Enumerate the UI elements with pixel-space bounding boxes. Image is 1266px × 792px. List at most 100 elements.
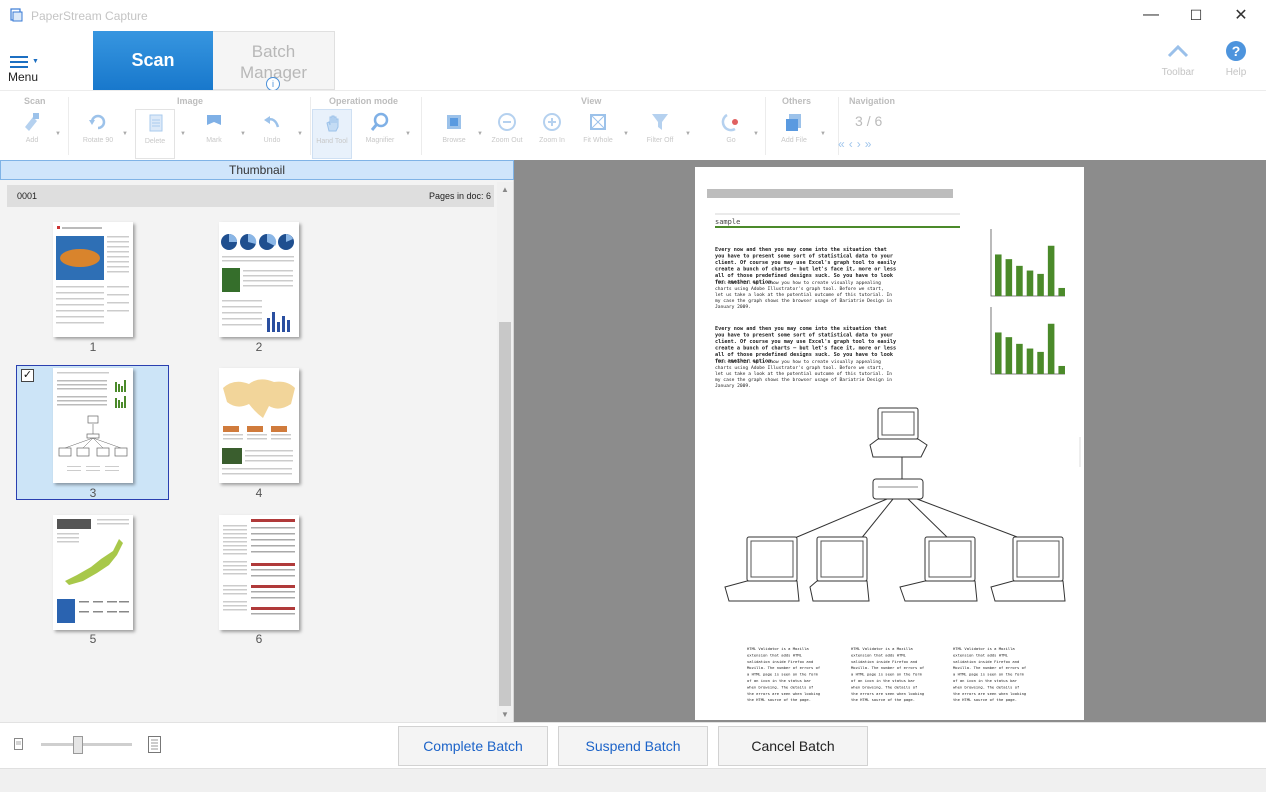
preview-caption-text: HTML Validator is a Mozilla xyxy=(953,646,1015,651)
thumbnail-page-3[interactable] xyxy=(53,368,133,483)
preview-bold-text: client. Of course you may use Excel's gr… xyxy=(715,339,896,345)
page-preview-area[interactable]: sample Every now and then you may come i… xyxy=(514,160,1266,722)
chevron-up-icon xyxy=(1167,44,1189,58)
current-page[interactable]: 3 xyxy=(855,113,863,129)
close-icon: ✕ xyxy=(1234,7,1248,24)
preview-body-text: January 2009. xyxy=(715,383,751,389)
go-button[interactable]: Go xyxy=(711,109,751,144)
chart-bar xyxy=(1047,323,1055,374)
preview-caption-text: validation inside Firefox and xyxy=(747,659,813,664)
slider-handle[interactable] xyxy=(73,736,83,754)
thumbnail-number: 2 xyxy=(255,340,263,354)
thumbnail-number: 1 xyxy=(89,340,97,354)
scroll-thumb[interactable] xyxy=(499,322,511,706)
mark-icon xyxy=(207,115,221,125)
menu-button[interactable]: ▼ Menu xyxy=(6,50,46,86)
preview-caption-text: extension that adds HTML xyxy=(953,652,1009,657)
scanned-page-preview: sample Every now and then you may come i… xyxy=(695,167,1084,720)
undo-button[interactable]: Undo xyxy=(252,109,292,144)
tab-scan[interactable]: Scan xyxy=(93,31,213,90)
tab-batch-manager[interactable]: Batch Manager i xyxy=(213,31,335,91)
thumbnail-size-slider[interactable] xyxy=(41,743,132,746)
group-label-view: View xyxy=(581,96,602,106)
preview-body-text: This tutorial will show you how to creat… xyxy=(715,280,881,286)
close-button[interactable]: ✕ xyxy=(1218,0,1264,30)
preview-caption-text: extension that adds HTML xyxy=(747,652,803,657)
scroll-up-icon[interactable]: ▲ xyxy=(501,185,509,194)
chart-bar xyxy=(1005,259,1013,296)
add-scan-button[interactable]: Add xyxy=(12,109,52,144)
thumbnail-page-6[interactable] xyxy=(219,515,299,630)
thumbnail-page-5[interactable] xyxy=(53,515,133,630)
help-button[interactable]: ? Help xyxy=(1211,38,1261,78)
svg-text:?: ? xyxy=(1232,43,1241,59)
preview-body-text: This tutorial will show you how to creat… xyxy=(715,359,881,365)
zoom-out-button[interactable]: Zoom Out xyxy=(487,109,527,144)
total-pages: 6 xyxy=(874,113,883,129)
cancel-batch-button[interactable]: Cancel Batch xyxy=(718,726,868,766)
next-page-icon[interactable]: › xyxy=(857,137,865,151)
ribbon-toolbar: Scan Image Operation mode View Others Na… xyxy=(0,90,1266,160)
toolbar-label: Toolbar xyxy=(1161,67,1195,78)
thumbnail-header: Thumbnail xyxy=(0,160,514,180)
hand-tool-button[interactable]: Hand Tool xyxy=(312,109,352,159)
preview-caption-text: the HTML source of the page. xyxy=(851,697,915,702)
page-checkbox[interactable]: ✓ xyxy=(21,369,34,382)
preview-body-text: my case the graph shows the browser usag… xyxy=(715,298,892,304)
caret-down-icon: ▼ xyxy=(32,58,39,65)
browse-button[interactable]: Browse xyxy=(434,109,474,144)
preview-caption-text: HTML Validator is a Mozilla xyxy=(851,646,913,651)
minimize-button[interactable]: — xyxy=(1128,0,1174,30)
preview-caption-text: the HTML source of the page. xyxy=(747,697,811,702)
suspend-batch-button[interactable]: Suspend Batch xyxy=(558,726,708,766)
maximize-button[interactable]: ☐ xyxy=(1173,0,1219,30)
zoom-in-icon xyxy=(543,113,561,131)
hand-tool-icon xyxy=(326,115,339,132)
first-page-icon[interactable]: « xyxy=(838,137,849,151)
status-bar xyxy=(0,768,1266,792)
rotate-button[interactable]: Rotate 90 xyxy=(78,109,118,144)
small-page-icon[interactable] xyxy=(14,738,23,750)
rotate-icon xyxy=(89,114,106,130)
prev-page-icon[interactable]: ‹ xyxy=(849,137,857,151)
title-bar: PaperStream Capture — ☐ ✕ xyxy=(0,0,1266,30)
hamburger-icon xyxy=(10,56,28,68)
thumbnail-number: 3 xyxy=(89,486,97,500)
thumbnail-scrollbar[interactable]: ▲ ▼ xyxy=(497,182,513,722)
help-label: Help xyxy=(1225,67,1247,78)
nav-arrows: «‹›» xyxy=(838,137,875,151)
chart-bar xyxy=(1016,265,1023,296)
delete-button[interactable]: Delete xyxy=(135,109,175,159)
thumbnail-page-2[interactable] xyxy=(219,222,299,337)
thumbnail-number: 5 xyxy=(89,632,97,646)
document-header[interactable]: 0001 Pages in doc: 6 xyxy=(7,185,494,207)
preview-bold-text: you have to present some sort of statist… xyxy=(715,333,893,339)
chart-bar xyxy=(1016,343,1023,374)
preview-body-text: January 2009. xyxy=(715,304,751,310)
large-page-icon[interactable] xyxy=(148,736,161,753)
preview-caption-text: of an icon in the status bar xyxy=(851,678,916,683)
group-label-navigation: Navigation xyxy=(849,96,896,106)
toolbar-toggle-button[interactable]: Toolbar xyxy=(1153,38,1203,78)
group-label-others: Others xyxy=(782,96,812,106)
thumbnail-page-1[interactable] xyxy=(53,222,133,337)
complete-batch-button[interactable]: Complete Batch xyxy=(398,726,548,766)
fit-whole-button[interactable]: Fit Whole xyxy=(578,109,618,144)
magnifier-icon xyxy=(370,112,389,131)
thumbnail-image xyxy=(57,372,128,471)
add-file-button[interactable]: Add File xyxy=(774,109,814,144)
zoom-in-button[interactable]: Zoom In xyxy=(532,109,572,144)
filter-button[interactable]: Filter Off xyxy=(640,109,680,144)
document-id: 0001 xyxy=(17,191,38,201)
fit-whole-icon xyxy=(590,114,606,130)
last-page-icon[interactable]: » xyxy=(865,137,876,151)
scroll-down-icon[interactable]: ▼ xyxy=(501,710,509,719)
thumbnail-page-4[interactable] xyxy=(219,368,299,483)
magnifier-button[interactable]: Magnifier xyxy=(360,109,400,144)
mark-button[interactable]: Mark xyxy=(194,109,234,144)
tab-batch-label-1: Batch xyxy=(251,42,296,61)
info-icon[interactable]: i xyxy=(266,77,280,91)
zoom-out-icon xyxy=(498,113,516,131)
preview-bold-text: Every now and then you may come into the… xyxy=(715,326,887,332)
preview-caption-text: Mozilla. The number of errors of xyxy=(953,665,1026,670)
